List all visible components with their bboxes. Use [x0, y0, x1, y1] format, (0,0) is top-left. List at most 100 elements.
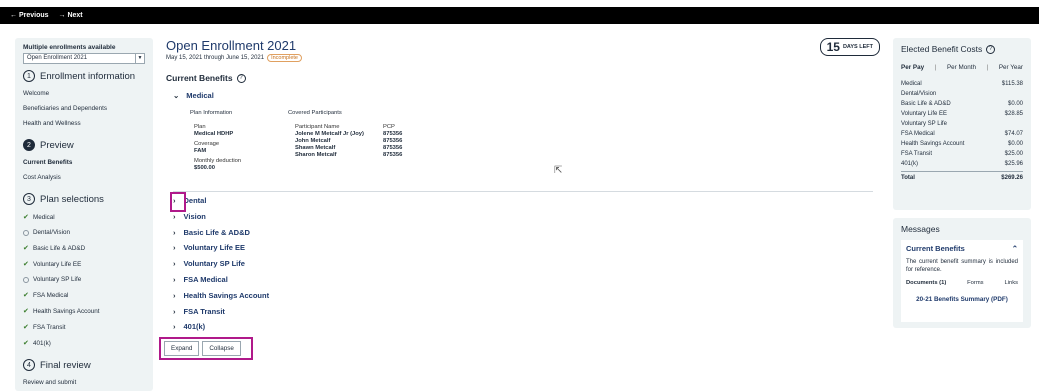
sidebar-item-health-wellness[interactable]: Health and Wellness [23, 120, 145, 127]
collapse-button[interactable]: Collapse [202, 341, 241, 356]
sidebar-item-cost-analysis[interactable]: Cost Analysis [23, 174, 145, 181]
plan-information-label: Plan Information [190, 110, 233, 116]
cost-label: Voluntary SP Life [901, 121, 947, 127]
chevron-right-icon[interactable]: › [173, 307, 176, 316]
chevron-right-icon[interactable]: › [173, 291, 176, 300]
cost-total-label: Total [901, 175, 915, 181]
multiple-enrollments-label: Multiple enrollments available [23, 44, 116, 51]
accordion-item[interactable]: › Voluntary Life EE [173, 243, 245, 252]
sidebar-plan-item[interactable]: Voluntary SP Life [23, 276, 145, 283]
accordion-item[interactable]: › 401(k) [173, 322, 205, 331]
check-icon: ✔ [23, 245, 29, 252]
tab-per-year[interactable]: Per Year [999, 64, 1023, 71]
enrollment-select-value: Open Enrollment 2021 [27, 55, 88, 61]
help-icon[interactable]: ? [986, 44, 996, 54]
cost-row: FSA Transit $25.00 [901, 151, 1023, 158]
days-left-text: DAYS LEFT [842, 44, 873, 50]
message-card: Current Benefits ⌃ The current benefit s… [901, 240, 1023, 322]
accordion-item[interactable]: › Voluntary SP Life [173, 259, 245, 268]
current-benefits-title: Current Benefits [166, 73, 233, 83]
sidebar-plan-item[interactable]: ✔ Voluntary Life EE [23, 260, 145, 269]
cost-row: FSA Medical $74.07 [901, 131, 1023, 138]
sidebar-plan-item[interactable]: ✔ 401(k) [23, 339, 145, 348]
accordion-item-label: Basic Life & AD&D [183, 227, 250, 237]
cost-label: FSA Transit [901, 151, 933, 157]
chevron-right-icon[interactable]: › [173, 322, 176, 331]
messages-panel: Messages Current Benefits ⌃ The current … [893, 218, 1031, 328]
cost-period-tabs: Per Pay | Per Month | Per Year [901, 64, 1023, 71]
tab-per-pay[interactable]: Per Pay [901, 64, 924, 71]
sidebar-plan-item[interactable]: ✔ FSA Transit [23, 323, 145, 332]
tab-separator: | [986, 64, 989, 71]
top-nav-bar: ← Previous → Next [0, 7, 1039, 24]
sidebar-item-welcome[interactable]: Welcome [23, 90, 145, 97]
plan-item-label: Voluntary SP Life [33, 276, 82, 283]
cost-row: 401(k) $25.96 [901, 161, 1023, 168]
expand-collapse-group: Expand Collapse [159, 337, 253, 360]
empty-circle-icon [23, 276, 29, 283]
tab-links[interactable]: Links [1004, 280, 1018, 286]
cost-value: $74.07 [1004, 131, 1023, 137]
sidebar-item-review-submit[interactable]: Review and submit [23, 379, 145, 386]
sidebar-plan-item[interactable]: ✔ FSA Medical [23, 291, 145, 300]
enrollment-select[interactable]: Open Enrollment 2021 ▼ [23, 53, 145, 64]
message-card-header[interactable]: Current Benefits ⌃ [906, 244, 1018, 253]
cost-label: Medical [901, 81, 922, 87]
accordion-item[interactable]: › Health Savings Account [173, 291, 269, 300]
sidebar-plan-item[interactable]: ✔ Basic Life & AD&D [23, 244, 145, 253]
section-enrollment-information: 1 Enrollment information [23, 70, 145, 82]
tab-per-month[interactable]: Per Month [947, 64, 976, 71]
sidebar-plan-item[interactable]: ✔ Health Savings Account [23, 307, 145, 316]
main-content: Open Enrollment 2021 May 15, 2021 throug… [165, 36, 880, 391]
accordion-item-label: Dental [183, 196, 207, 205]
participant-pcp: 875356 [383, 138, 403, 144]
participant-pcp: 875356 [383, 131, 403, 137]
accordion-item[interactable]: › Vision [173, 212, 206, 221]
plan-item-label: Voluntary Life EE [33, 260, 82, 268]
sidebar-item-current-benefits[interactable]: Current Benefits [23, 159, 145, 166]
accordion-item[interactable]: › Basic Life & AD&D [173, 228, 250, 237]
chevron-right-icon[interactable]: › [173, 243, 176, 252]
accordion-medical-label: Medical [186, 91, 214, 100]
sidebar-plan-item[interactable]: Dental/Vision [23, 229, 145, 236]
chevron-right-icon[interactable]: › [173, 212, 176, 221]
sidebar-plan-item[interactable]: ✔ Medical [23, 213, 145, 222]
section-title: Preview [40, 139, 74, 151]
section-title: Enrollment information [40, 70, 136, 82]
coverage-value: FAM [194, 148, 207, 154]
enrollment-dates: May 15, 2021 through June 15, 2021 Incom… [166, 54, 302, 62]
chevron-right-icon[interactable]: › [173, 228, 176, 237]
chevron-up-icon[interactable]: ⌃ [1012, 244, 1018, 253]
accordion-item[interactable]: › FSA Transit [173, 307, 225, 316]
cost-value: $28.85 [1004, 111, 1023, 117]
previous-button[interactable]: ← Previous [10, 12, 49, 19]
plan-item-label: Medical [33, 213, 55, 221]
step-number: 4 [23, 359, 35, 371]
days-left-badge: 15 DAYS LEFT [819, 38, 880, 56]
covered-participants: Covered Participants Participant Name Jo… [288, 110, 402, 159]
costs-title: Elected Benefit Costs [901, 44, 983, 54]
expand-button[interactable]: Expand [164, 341, 200, 356]
check-icon: ✔ [23, 340, 29, 347]
tab-forms[interactable]: Forms [967, 280, 983, 286]
benefits-summary-link[interactable]: 20-21 Benefits Summary (PDF) [906, 296, 1018, 303]
next-button[interactable]: → Next [59, 12, 83, 19]
cost-value: $25.96 [1004, 161, 1023, 167]
cost-row: Basic Life & AD&D $0.00 [901, 101, 1023, 108]
accordion-item-label: Vision [183, 211, 206, 221]
covered-participants-label: Covered Participants [288, 110, 342, 116]
cost-value: $0.00 [1007, 101, 1023, 107]
chevron-right-icon[interactable]: › [173, 259, 176, 268]
plan-item-label: Basic Life & AD&D [33, 244, 86, 252]
accordion-item-label: 401(k) [183, 322, 206, 332]
elected-benefit-costs-panel: Elected Benefit Costs ? Per Pay | Per Mo… [893, 38, 1031, 210]
sidebar-item-beneficiaries[interactable]: Beneficiaries and Dependents [23, 105, 145, 112]
accordion-medical-header[interactable]: ⌄ Medical [173, 91, 214, 100]
accordion-item[interactable]: › FSA Medical [173, 275, 228, 284]
participant-pcp: 875356 [383, 152, 403, 158]
tab-documents[interactable]: Documents (1) [906, 280, 946, 286]
help-icon[interactable]: ? [236, 73, 246, 83]
chevron-right-icon[interactable]: › [173, 275, 176, 284]
step-number: 1 [23, 70, 35, 82]
check-icon: ✔ [23, 324, 29, 331]
